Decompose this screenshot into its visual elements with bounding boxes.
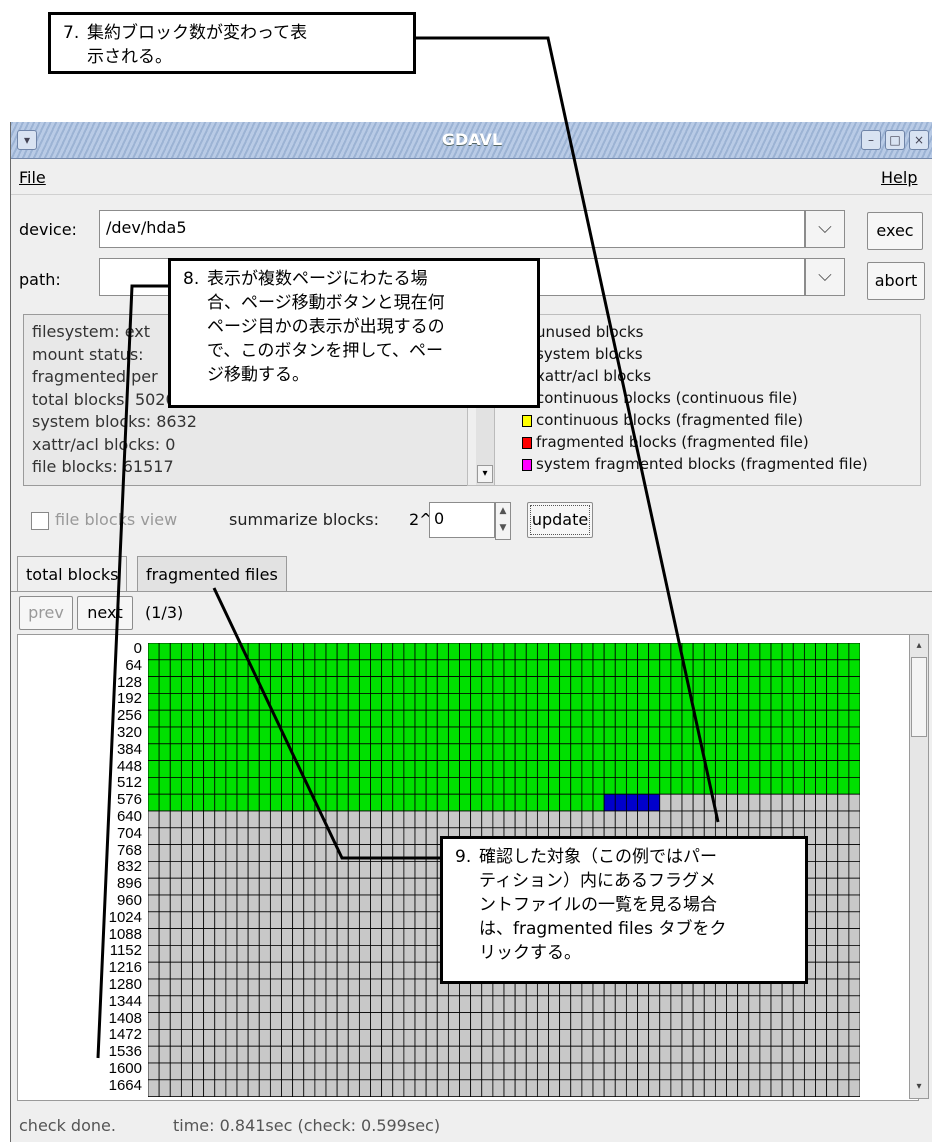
callout-9-line-3: ントファイルの一覧を見る場合	[479, 895, 717, 915]
callout-9-line-1: 確認した対象（この例ではパー	[479, 847, 717, 867]
callout-8-line	[96, 284, 170, 1059]
callout-7: 7. 集約ブロック数が変わって表 示される。	[48, 12, 416, 74]
callout-7-line-1: 集約ブロック数が変わって表	[87, 23, 308, 43]
callout-9: 9. 確認した対象（この例ではパー ティション）内にあるフラグメ ントファイルの一…	[440, 836, 808, 984]
callout-7-number: 7.	[63, 23, 80, 43]
callout-7-line	[416, 36, 720, 823]
callout-8-line-2: 合、ページ移動ボタンと現在何	[207, 293, 445, 313]
callout-8-line-1: 表示が複数ページにわたる場	[207, 269, 428, 289]
callout-9-line-5: リックする。	[479, 943, 581, 963]
callout-9-line-2: ティション）内にあるフラグメ	[479, 871, 716, 891]
callout-9-number: 9.	[455, 847, 472, 867]
callout-8-number: 8.	[183, 269, 200, 289]
callout-8: 8. 表示が複数ページにわたる場 合、ページ移動ボタンと現在何 ページ目かの表示が…	[168, 258, 540, 408]
callout-9-line	[212, 587, 440, 860]
callout-8-line-5: ジ移動する。	[207, 365, 309, 385]
callout-8-line-3: ページ目かの表示が出現するの	[207, 317, 445, 337]
callout-8-line-4: で、このボタンを押して、ペー	[207, 341, 443, 361]
callout-7-line-2: 示される。	[87, 47, 172, 67]
callout-9-line-4: は、fragmented files タブをク	[479, 919, 727, 939]
